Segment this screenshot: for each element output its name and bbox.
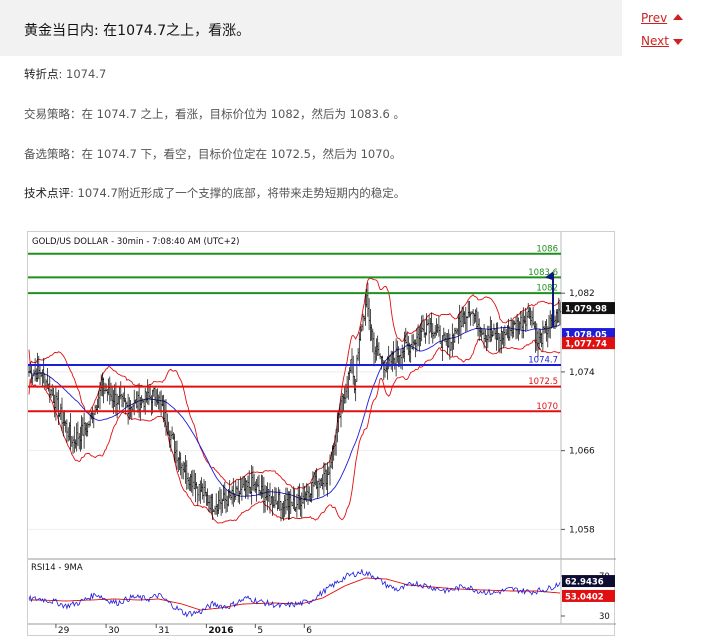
x-tick-label-1: 30 <box>108 626 120 636</box>
ohlc-series <box>28 282 562 522</box>
alternative-line: 备选策略：在 1074.7 下，看空，目标价位定在 1072.5，然后为 107… <box>24 146 401 162</box>
comment-text: : 1074.7附近形成了一个支撑的底部，将带来走势短期内的稳定。 <box>70 186 406 200</box>
prev-link-label[interactable]: Prev <box>641 11 667 25</box>
rsi-panel: RSI14 - 9MA307062.943653.0402 <box>28 563 615 622</box>
price-tag-2: 1,077.74 <box>565 340 607 350</box>
x-tick-label-5: 6 <box>306 626 312 636</box>
next-link[interactable]: Next <box>641 34 683 48</box>
page-title: 黄金当日内: 在1074.7之上，看涨。 <box>24 23 251 39</box>
level-label-4: 1072.5 <box>528 377 558 387</box>
rsi-tick-label-0: 30 <box>599 612 610 622</box>
level-label-5: 1070 <box>536 402 558 412</box>
alternative-label: 备选策略 <box>24 147 70 161</box>
rsi-label: RSI14 - 9MA <box>31 563 83 573</box>
level-label-3: 1074.7 <box>528 356 558 366</box>
x-tick-label-2: 31 <box>158 626 169 636</box>
date-axis: 29 30 31 2016 5 6 <box>55 624 312 636</box>
rsi-tag-1: 53.0402 <box>565 592 604 602</box>
chart-title: GOLD/US DOLLAR - 30min - 7:08:40 AM (UTC… <box>32 237 239 247</box>
y-tick-label-2: 1,074 <box>569 368 595 378</box>
triangle-up-icon <box>673 14 683 20</box>
x-tick-label-3: 2016 <box>208 626 233 636</box>
strategy-line: 交易策略：在 1074.7 之上，看涨，目标价位为 1082，然后为 1083.… <box>24 106 405 122</box>
comment-line: 技术点评: 1074.7附近形成了一个支撑的底部，将带来走势短期内的稳定。 <box>24 185 405 201</box>
article-header: 黄金当日内: 在1074.7之上，看涨。 <box>0 0 622 56</box>
chart-svg: 10861083.610821074.71072.51070 1,0581,06… <box>28 232 616 636</box>
alternative-text: ：在 1074.7 下，看空，目标价位定在 1072.5，然后为 1070。 <box>70 147 402 161</box>
rsi-line <box>28 569 561 618</box>
rsi-tag-0: 62.9436 <box>565 578 604 588</box>
prev-link[interactable]: Prev <box>641 11 683 25</box>
comment-label: 技术点评 <box>24 186 70 200</box>
pivot-value: : 1074.7 <box>58 67 107 81</box>
strategy-label: 交易策略 <box>24 107 70 121</box>
price-axis: 1,0581,0661,0741,0821,079.981,078.051,07… <box>561 289 615 535</box>
pivot-line: 转折点: 1074.7 <box>24 66 106 82</box>
level-label-0: 1086 <box>536 244 558 254</box>
x-tick-label-4: 5 <box>257 626 263 636</box>
y-tick-label-3: 1,082 <box>569 289 595 299</box>
price-tag-0: 1,079.98 <box>565 305 607 315</box>
key-levels: 10861083.610821074.71072.51070 <box>28 244 561 413</box>
y-tick-label-0: 1,058 <box>569 525 595 535</box>
strategy-text: ：在 1074.7 之上，看涨，目标价位为 1082，然后为 1083.6 。 <box>70 107 406 121</box>
y-tick-label-1: 1,066 <box>569 447 595 457</box>
level-label-2: 1082 <box>536 284 558 294</box>
price-chart: 1086 1083.6 1082 1074.7 1072.5 1070 1,058 1,06… <box>27 231 616 636</box>
bollinger-bands <box>28 277 561 524</box>
x-tick-label-0: 29 <box>58 626 70 636</box>
moving-average <box>28 324 561 501</box>
pivot-label: 转折点 <box>24 67 59 81</box>
chart-grid <box>28 232 616 625</box>
ohlc-bars <box>28 282 562 522</box>
triangle-down-icon <box>673 39 683 45</box>
next-link-label[interactable]: Next <box>641 34 669 48</box>
